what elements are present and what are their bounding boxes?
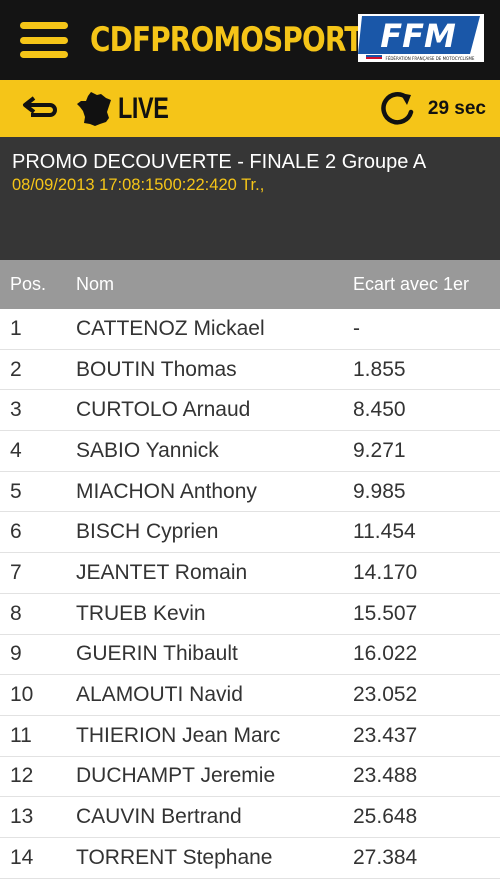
row-gap: 9.271 (353, 438, 406, 462)
live-label: LIVE (118, 91, 169, 125)
table-row[interactable]: 10 ALAMOUTI Navid 23.052 (0, 675, 500, 716)
table-row[interactable]: 7 JEANTET Romain 14.170 (0, 553, 500, 594)
ffm-logo-text: FFM (380, 17, 456, 55)
table-row[interactable]: 14 TORRENT Stephane 27.384 (0, 838, 500, 879)
row-gap: 27.384 (353, 845, 418, 869)
row-name: TORRENT Stephane (76, 845, 273, 869)
france-map-icon (77, 91, 111, 126)
refresh-button[interactable]: 29 sec (378, 80, 486, 137)
row-gap: 23.488 (353, 764, 418, 788)
table-row[interactable]: 13 CAUVIN Bertrand 25.648 (0, 797, 500, 838)
row-pos: 4 (10, 438, 22, 462)
table-row[interactable]: 3 CURTOLO Arnaud 8.450 (0, 390, 500, 432)
row-pos: 1 (10, 316, 22, 340)
ffm-logo-subtitle: FÉDÉRATION FRANÇAISE DE MOTOCYCLISME (386, 56, 475, 61)
row-pos: 2 (10, 357, 22, 381)
table-row[interactable]: 11 THIERION Jean Marc 23.437 (0, 716, 500, 757)
row-pos: 9 (10, 642, 22, 666)
row-name: DUCHAMPT Jeremie (76, 764, 276, 788)
row-pos: 11 (10, 723, 32, 747)
row-name: MIACHON Anthony (76, 479, 257, 503)
table-row[interactable]: 4 SABIO Yannick 9.271 (0, 431, 500, 472)
row-name: GUERIN Thibault (76, 642, 238, 666)
refresh-timer: 29 sec (427, 97, 486, 119)
row-pos: 5 (10, 479, 22, 503)
app-title: CDFPROMOSPORT (90, 20, 363, 60)
row-pos: 14 (10, 845, 34, 869)
row-gap: 8.450 (353, 398, 406, 422)
results-table-header: Pos. Nom Ecart avec 1er (0, 260, 500, 309)
row-gap: 16.022 (353, 642, 418, 666)
row-gap: - (353, 316, 360, 340)
row-name: CAUVIN Bertrand (76, 805, 242, 829)
row-gap: 25.648 (353, 805, 418, 829)
row-gap: 23.052 (353, 683, 418, 707)
header-gap: Ecart avec 1er (353, 274, 470, 294)
header-name: Nom (76, 274, 115, 294)
row-name: BISCH Cyprien (76, 520, 219, 544)
row-name: TRUEB Kevin (76, 601, 206, 625)
row-name: JEANTET Romain (76, 560, 248, 584)
row-name: BOUTIN Thomas (76, 357, 237, 381)
row-name: SABIO Yannick (76, 438, 219, 462)
back-arrow-icon[interactable] (22, 94, 58, 124)
table-row[interactable]: 9 GUERIN Thibault 16.022 (0, 635, 500, 676)
row-name: CATTENOZ Mickael (76, 316, 265, 340)
app-header: CDFPROMOSPORT FFM FÉDÉRATION FRANÇAISE D… (0, 0, 500, 80)
results-table-body: 1 CATTENOZ Mickael - 2 BOUTIN Thomas 1.855 3 CU… (0, 309, 500, 879)
table-row[interactable]: 12 DUCHAMPT Jeremie 23.488 (0, 757, 500, 798)
table-row[interactable]: 6 BISCH Cyprien 11.454 (0, 512, 500, 554)
row-pos: 13 (10, 805, 34, 829)
row-pos: 6 (10, 520, 22, 544)
row-pos: 10 (10, 683, 34, 707)
row-gap: 9.985 (353, 479, 406, 503)
table-row[interactable]: 1 CATTENOZ Mickael - (0, 309, 500, 350)
event-title: PROMO DECOUVERTE - FINALE 2 Groupe A (12, 151, 427, 173)
event-panel: PROMO DECOUVERTE - FINALE 2 Groupe A 08/… (0, 137, 500, 260)
header-pos: Pos. (10, 274, 47, 294)
row-gap: 11.454 (353, 520, 416, 544)
event-info: 08/09/2013 17:08:1500:22:420 Tr., (12, 176, 265, 194)
table-row[interactable]: 5 MIACHON Anthony 9.985 (0, 472, 500, 513)
row-gap: 15.507 (353, 601, 418, 625)
live-bar: LIVE 29 sec (0, 80, 500, 137)
row-pos: 7 (10, 560, 22, 584)
row-gap: 1.855 (353, 357, 406, 381)
row-gap: 14.170 (353, 560, 418, 584)
row-pos: 8 (10, 601, 22, 625)
row-pos: 3 (10, 398, 22, 422)
ffm-logo: FFM FÉDÉRATION FRANÇAISE DE MOTOCYCLISME (358, 14, 484, 62)
row-pos: 12 (10, 764, 34, 788)
table-row[interactable]: 2 BOUTIN Thomas 1.855 (0, 350, 500, 391)
hamburger-menu-icon[interactable] (20, 22, 68, 58)
table-row[interactable]: 8 TRUEB Kevin 15.507 (0, 594, 500, 635)
row-name: THIERION Jean Marc (76, 723, 281, 747)
row-gap: 23.437 (353, 723, 418, 747)
row-name: CURTOLO Arnaud (76, 398, 251, 422)
row-name: ALAMOUTI Navid (76, 683, 243, 707)
refresh-icon[interactable] (378, 89, 418, 129)
